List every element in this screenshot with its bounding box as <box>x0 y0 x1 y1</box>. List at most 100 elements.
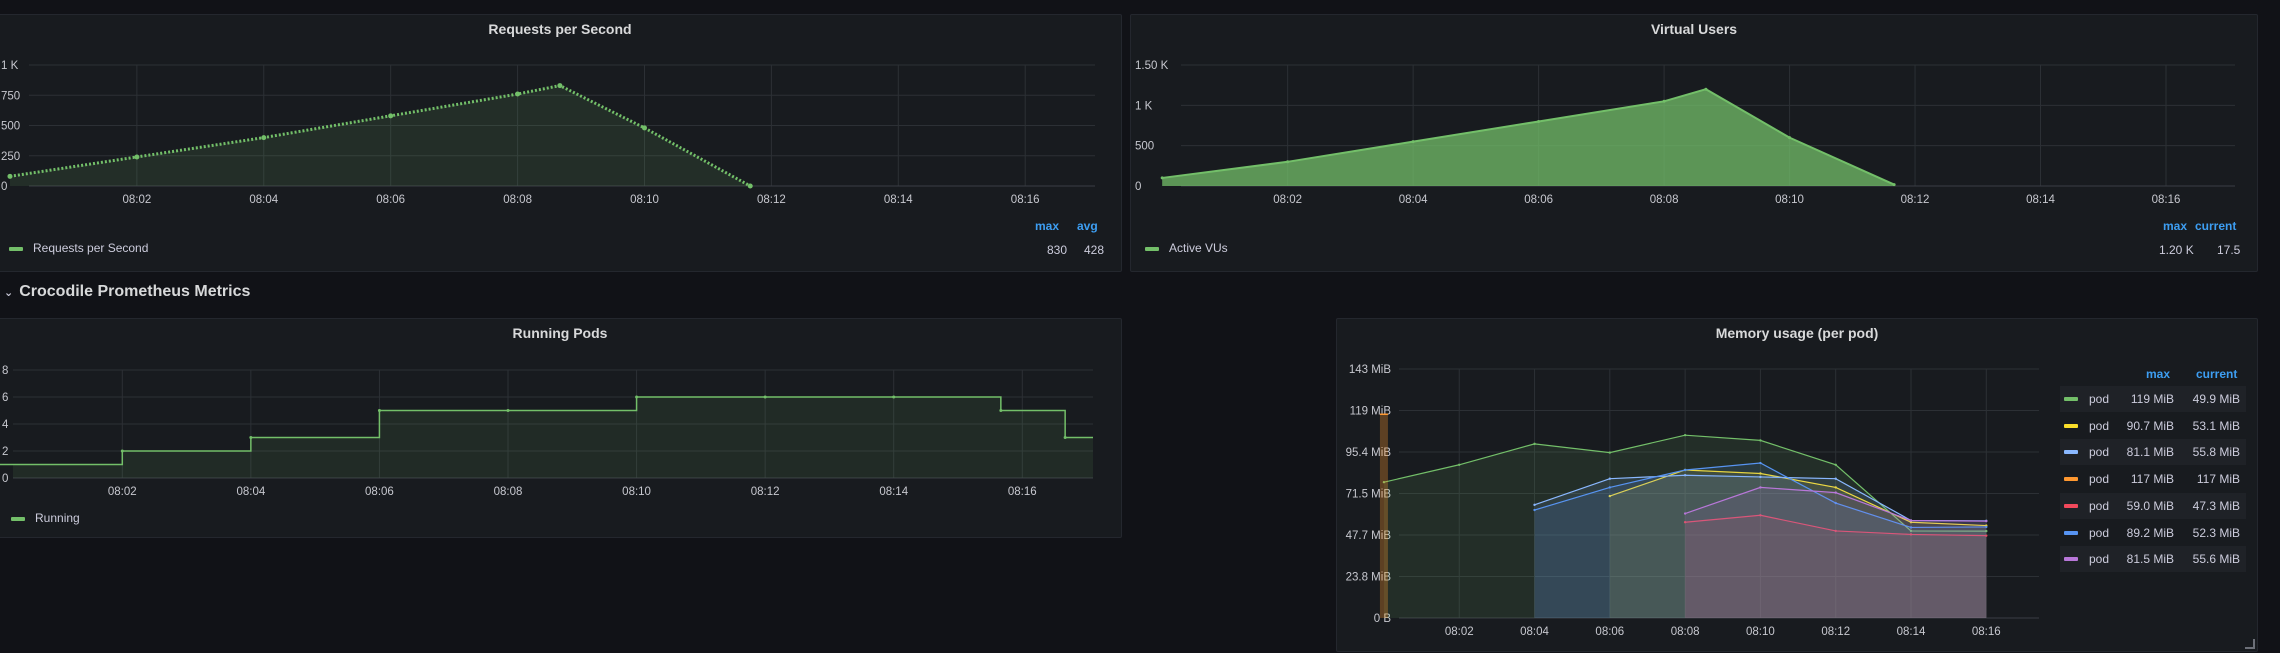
mem-legend-row[interactable]: pod 81.5 MiB 55.6 MiB <box>2060 546 2246 573</box>
rps-point <box>641 125 647 131</box>
x-tick-label: 08:08 <box>494 486 523 498</box>
mem-legend-label: pod <box>2089 418 2110 433</box>
mem-legend-label: pod <box>2089 552 2110 567</box>
rps-area <box>9 85 751 186</box>
legend-swatch <box>2064 477 2078 482</box>
rps-legend-header-max[interactable]: max <box>1035 219 1059 233</box>
mem-legend-current: 53.1 MiB <box>2192 418 2240 433</box>
legend-swatch <box>2064 530 2078 535</box>
mem-legend-header-max[interactable]: max <box>2146 367 2170 381</box>
mem-point <box>1608 477 1612 480</box>
legend-swatch <box>2064 557 2078 562</box>
x-tick-label: 08:04 <box>236 486 265 498</box>
chevron-down-icon[interactable]: ⌄ <box>4 286 13 299</box>
y-tick-label: 8 <box>2 365 8 377</box>
rps-legend-max: 830 <box>1047 243 1068 257</box>
mem-legend-row[interactable]: pod 89.2 MiB 52.3 MiB <box>2060 520 2246 546</box>
vu-point <box>1704 87 1708 91</box>
vu-point <box>1537 119 1541 123</box>
rps-legend-label: Requests per Second <box>33 241 149 255</box>
y-tick-label: 1.50 K <box>1135 60 1169 72</box>
mem-point <box>1834 491 1837 494</box>
mem-point <box>1533 508 1536 512</box>
vu-point <box>1788 136 1792 140</box>
mem-legend-current: 55.8 MiB <box>2192 445 2240 460</box>
x-tick-label: 08:04 <box>1399 194 1428 206</box>
mem-legend-label: pod <box>2089 498 2110 513</box>
pods-area <box>0 397 1093 478</box>
legend-swatch <box>2064 423 2078 428</box>
vu-point <box>1160 176 1164 180</box>
x-tick-label: 08:06 <box>1595 626 1624 638</box>
mem-legend-max: 117 MiB <box>2130 472 2174 487</box>
y-tick-label: 0 <box>1135 181 1141 193</box>
y-tick-label: 2 <box>2 446 8 458</box>
x-tick-label: 08:04 <box>1520 626 1549 638</box>
legend-swatch <box>9 246 23 251</box>
x-tick-label: 08:02 <box>122 194 151 206</box>
x-tick-label: 08:12 <box>751 486 780 498</box>
x-tick-label: 08:10 <box>630 194 659 206</box>
x-tick-label: 08:14 <box>879 486 908 498</box>
mem-legend-current: 117 MiB <box>2196 472 2240 487</box>
mem-legend-current: 49.9 MiB <box>2192 392 2240 406</box>
x-tick-label: 08:12 <box>757 194 786 206</box>
mem-legend-max: 89.2 MiB <box>2126 525 2174 540</box>
pods-panel: Running Pods 0 2 4 6 8 08:02 08:04 08:06 08:08 08… <box>0 318 1122 538</box>
rps-point <box>388 113 394 119</box>
x-tick-label: 08:10 <box>1746 626 1775 638</box>
pods-point <box>635 395 639 399</box>
x-tick-label: 08:16 <box>1011 194 1040 206</box>
vu-area <box>1162 89 1895 186</box>
mem-point <box>1533 503 1536 507</box>
x-tick-label: 08:14 <box>1897 626 1926 638</box>
y-tick-label: 1 K <box>1135 100 1153 112</box>
y-tick-label: 750 <box>1 90 20 102</box>
pods-point <box>1063 436 1067 439</box>
vu-point <box>1892 183 1896 187</box>
pods-point <box>763 395 767 399</box>
legend-swatch <box>11 516 25 521</box>
pods-point <box>120 449 124 453</box>
rps-point <box>557 83 563 89</box>
mem-legend-row[interactable]: pod 59.0 MiB 47.3 MiB <box>2060 492 2246 519</box>
pods-legend-item[interactable]: Running <box>11 511 80 525</box>
mem-legend-label: pod <box>2089 525 2110 540</box>
rps-legend-item[interactable]: Requests per Second <box>9 241 148 255</box>
y-tick-label: 143 MiB <box>1349 364 1392 376</box>
x-tick-label: 08:12 <box>1821 626 1850 638</box>
row-header[interactable]: ⌄ Crocodile Prometheus Metrics <box>4 283 250 301</box>
x-tick-label: 08:02 <box>108 486 137 498</box>
mem-legend-max: 81.1 MiB <box>2126 445 2174 460</box>
mem-legend-row[interactable]: pod 90.7 MiB 53.1 MiB <box>2060 413 2246 439</box>
vu-point <box>1411 140 1415 144</box>
vu-legend-header-max[interactable]: max <box>2163 219 2187 233</box>
rps-legend-header-avg[interactable]: avg <box>1077 219 1098 233</box>
mem-point <box>1759 461 1762 465</box>
mem-legend-header-current[interactable]: current <box>2196 367 2237 381</box>
resize-handle-icon[interactable] <box>2245 639 2255 649</box>
mem-point <box>1458 463 1461 466</box>
vu-legend-header-current[interactable]: current <box>2195 219 2236 233</box>
x-tick-label: 08:12 <box>1901 194 1930 206</box>
vu-chart: 0 500 1 K 1.50 K 08:02 08:04 08:06 08:08 08:10 08… <box>1135 60 2235 206</box>
y-tick-label: 4 <box>2 419 9 431</box>
mem-legend-row[interactable]: pod 81.1 MiB 55.8 MiB <box>2060 439 2246 466</box>
rps-legend-avg: 428 <box>1084 243 1105 257</box>
vu-legend-max: 1.20 K <box>2159 243 2194 257</box>
vu-point <box>1662 99 1666 103</box>
pods-point <box>249 436 253 439</box>
mem-legend-max: 90.7 MiB <box>2126 418 2174 433</box>
y-tick-label: 0 <box>2 473 8 485</box>
mem-legend-row[interactable]: pod 117 MiB 117 MiB <box>2060 466 2246 492</box>
rps-chart: 0 250 500 750 1 K 08:02 08:04 08:06 08:08 08:10 08… <box>1 60 1095 206</box>
mem-legend-row[interactable]: pod 119 MiB 49.9 MiB <box>2060 386 2246 412</box>
x-tick-label: 08:06 <box>365 486 394 498</box>
mem-point <box>1683 512 1687 515</box>
mem-legend-current: 55.6 MiB <box>2192 552 2240 567</box>
mem-point <box>1683 433 1687 437</box>
legend-swatch <box>2064 450 2078 455</box>
x-tick-label: 08:02 <box>1273 194 1302 206</box>
vu-legend-item[interactable]: Active VUs <box>1145 241 1228 255</box>
mem-legend-max: 81.5 MiB <box>2126 552 2174 567</box>
